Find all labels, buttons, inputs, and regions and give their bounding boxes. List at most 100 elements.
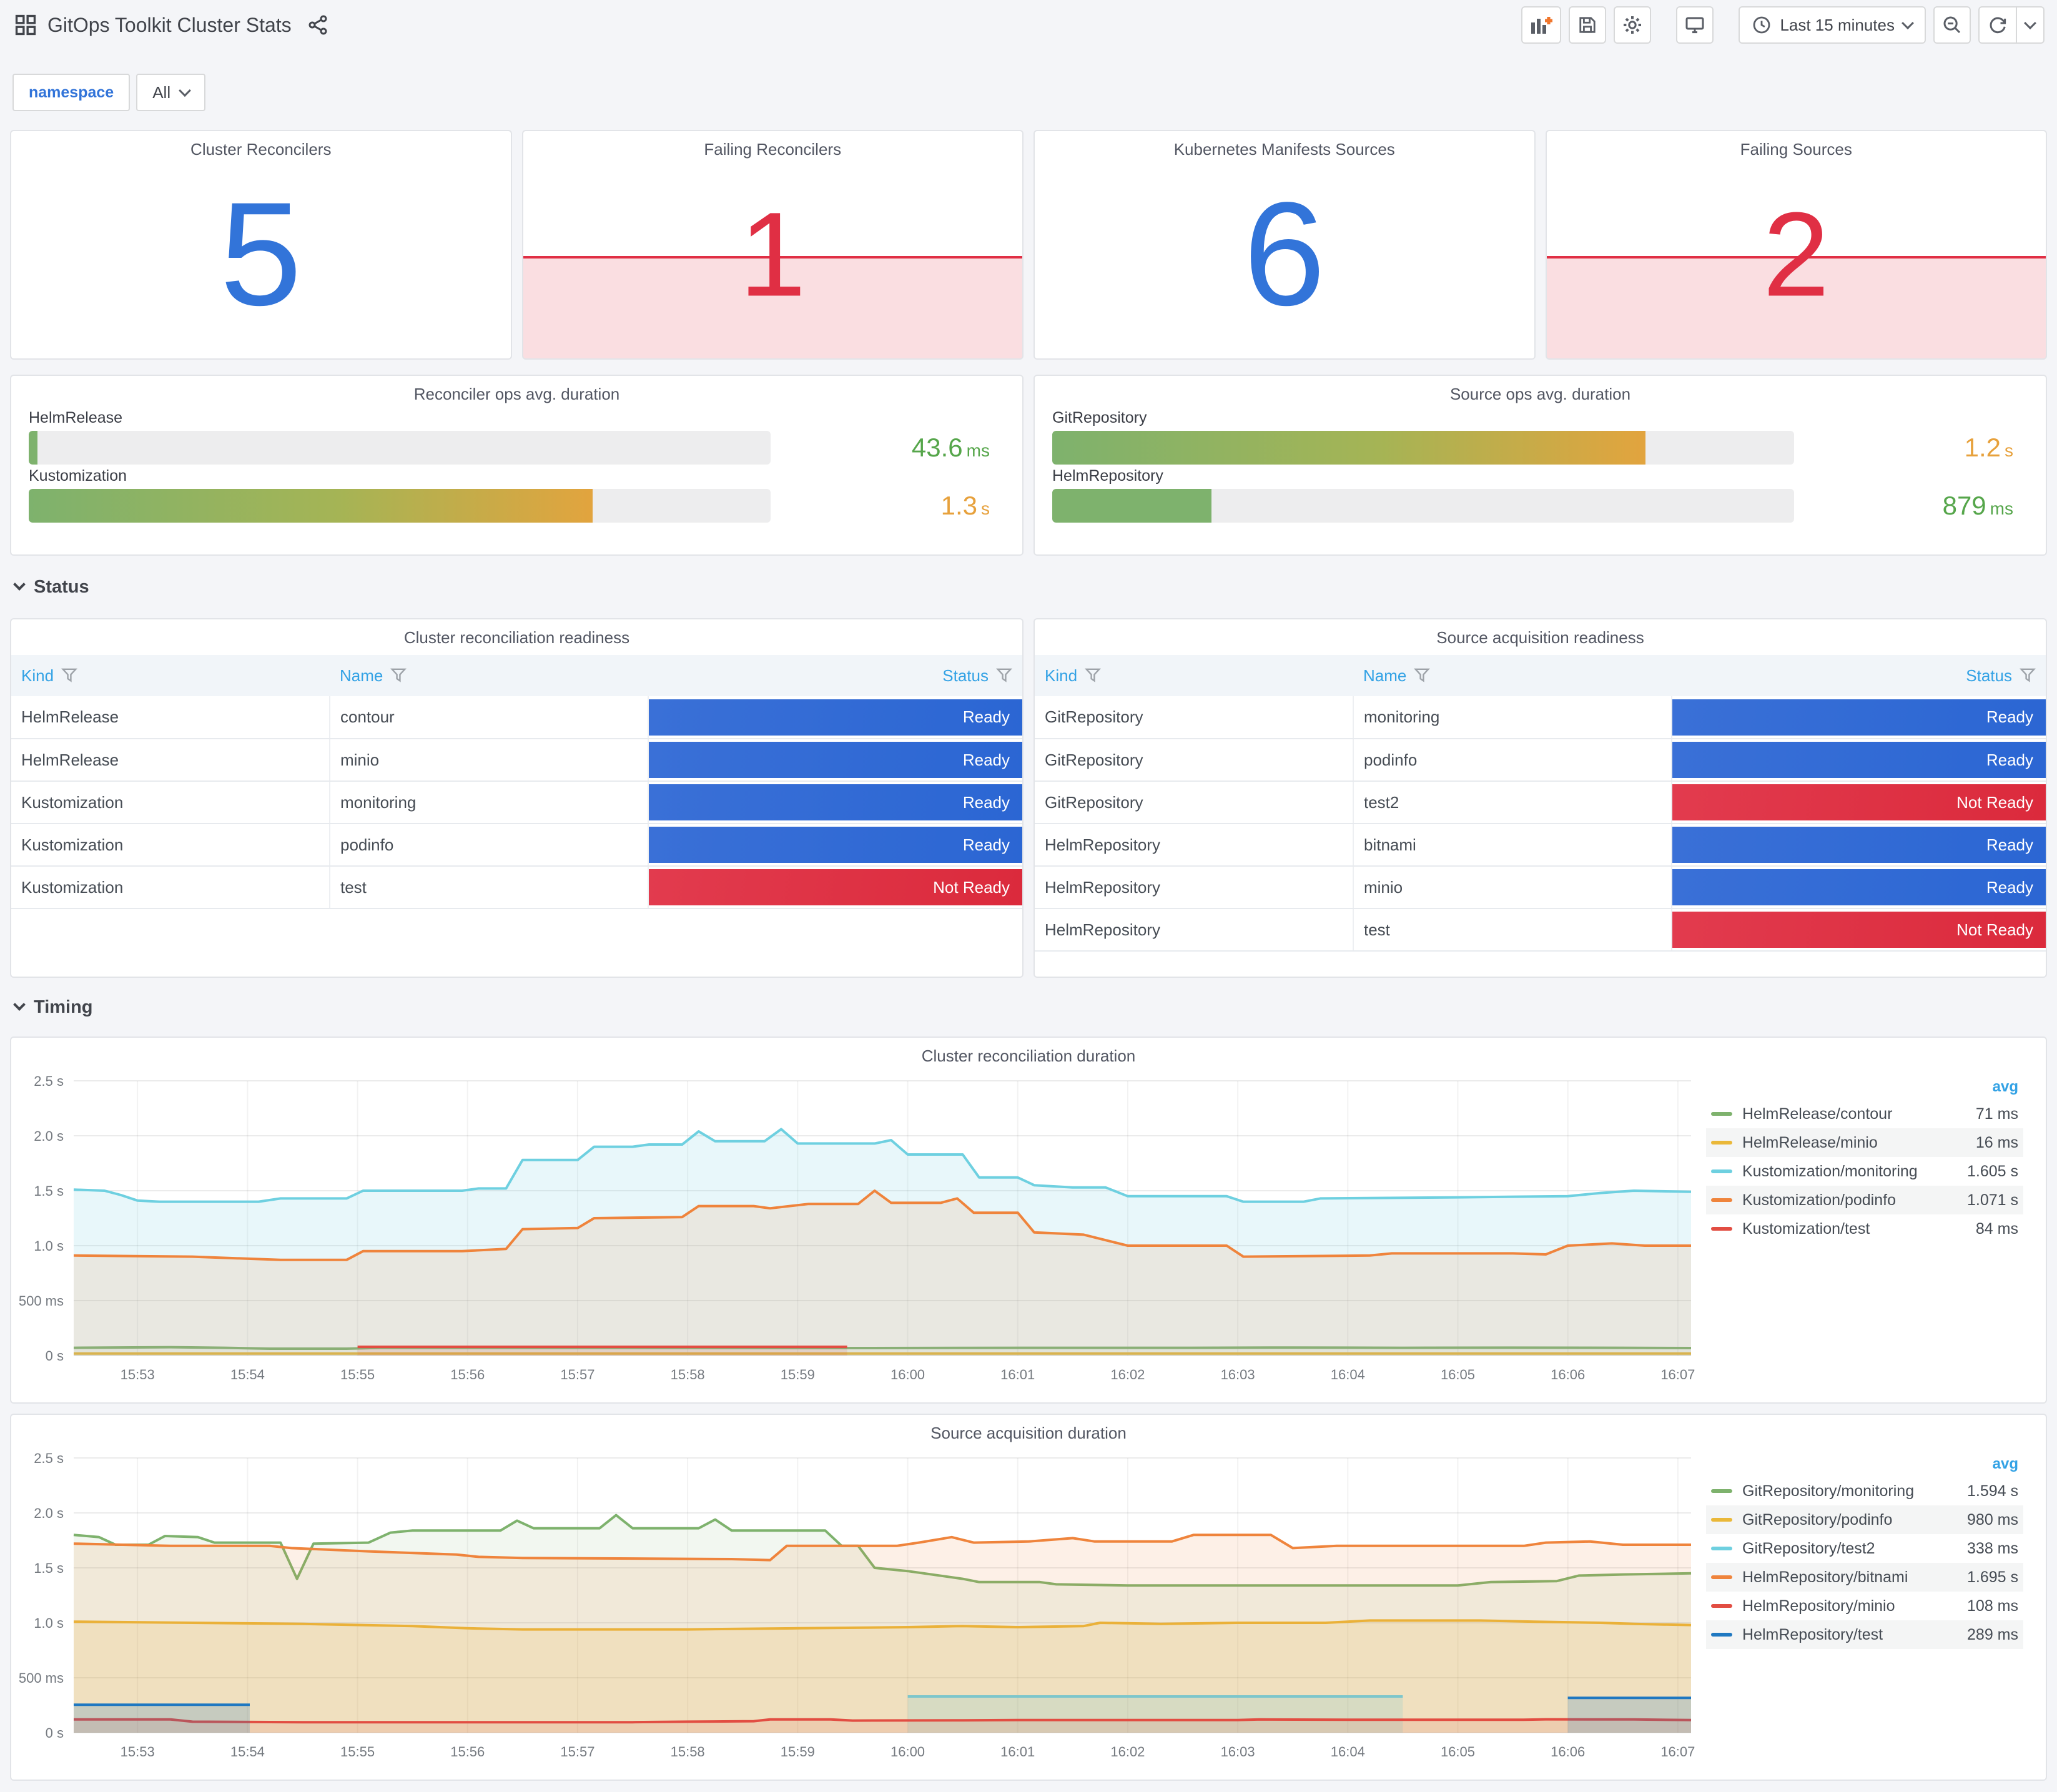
settings-gear-icon[interactable] <box>1614 6 1652 44</box>
legend-avg-header[interactable]: avg <box>1706 1453 2023 1477</box>
legend-item[interactable]: Kustomization/monitoring 1.605 s <box>1706 1157 2023 1186</box>
series-avg-value: 1.695 s <box>1966 1568 2018 1586</box>
panel-source-acquisition-duration: Source acquisition duration 15:53 15:54 15… <box>10 1414 2047 1781</box>
cell-name: podinfo <box>1353 739 1672 782</box>
column-label: Name <box>339 666 383 685</box>
x-axis-tick: 15:57 <box>560 1744 594 1760</box>
variable-namespace-selected: All <box>152 82 171 102</box>
legend-item[interactable]: Kustomization/podinfo 1.071 s <box>1706 1186 2023 1214</box>
gauge-rows: GitRepository 1.2 s HelmRepository 879 ms <box>1052 409 2028 523</box>
y-axis-tick: 500 ms <box>19 1293 64 1309</box>
x-axis-tick: 16:07 <box>1660 1367 1695 1382</box>
y-axis-tick: 2.5 s <box>34 1450 64 1466</box>
column-header-name[interactable]: Name <box>329 655 648 696</box>
y-axis-tick: 1.0 s <box>34 1615 64 1631</box>
legend-item[interactable]: HelmRepository/minio 108 ms <box>1706 1592 2023 1620</box>
time-range-label: Last 15 minutes <box>1780 15 1895 34</box>
series-name: HelmRepository/minio <box>1742 1597 1895 1615</box>
column-header-status[interactable]: Status <box>648 655 1022 696</box>
x-axis-tick: 15:56 <box>450 1367 485 1382</box>
legend-item[interactable]: HelmRepository/test 289 ms <box>1706 1620 2023 1649</box>
x-axis-tick: 16:02 <box>1110 1744 1145 1760</box>
x-axis-tick: 16:03 <box>1221 1367 1255 1382</box>
panel-failing-reconcilers: Failing Reconcilers 1 <box>521 130 1024 360</box>
status-badge: Ready <box>1672 869 2046 905</box>
add-panel-button[interactable] <box>1521 6 1562 44</box>
panel-title: Source acquisition readiness <box>1436 628 1644 647</box>
x-axis-tick: 16:06 <box>1551 1744 1585 1760</box>
column-header-name[interactable]: Name <box>1353 655 1672 696</box>
series-name: HelmRelease/minio <box>1742 1133 1878 1151</box>
series-avg-value: 84 ms <box>1975 1219 2018 1238</box>
filter-icon[interactable] <box>1414 667 1431 684</box>
series-avg-value: 1.071 s <box>1966 1191 2018 1209</box>
readiness-table: Kind Name Status HelmRelease contour Ready Hel… <box>11 655 1022 909</box>
timeseries-plot[interactable]: 15:53 15:54 15:55 15:56 15:57 15:58 15:59 16:00… <box>11 1068 1699 1391</box>
legend-item[interactable]: Kustomization/test 84 ms <box>1706 1214 2023 1243</box>
filter-icon[interactable] <box>996 667 1012 684</box>
cell-kind: HelmRelease <box>11 739 330 782</box>
y-axis-tick: 0 s <box>46 1725 64 1741</box>
tv-mode-icon[interactable] <box>1676 6 1714 44</box>
gauge-track <box>1052 431 1794 465</box>
gauge-value: 879 ms <box>1942 491 2013 520</box>
variable-namespace-label[interactable]: namespace <box>12 74 131 111</box>
y-axis-tick: 0 s <box>46 1348 64 1364</box>
panel-cluster-reconcilers: Cluster Reconcilers 5 <box>10 130 512 360</box>
filter-icon[interactable] <box>390 667 407 684</box>
x-axis-tick: 16:06 <box>1551 1367 1585 1382</box>
legend-item[interactable]: GitRepository/test2 338 ms <box>1706 1534 2023 1563</box>
dashboard-header: GitOps Toolkit Cluster Stats Last 15 min… <box>0 0 2057 50</box>
column-header-kind[interactable]: Kind <box>1035 655 1353 696</box>
table-row: GitRepository monitoring Ready <box>1035 696 2046 739</box>
save-dashboard-button[interactable] <box>1569 6 1607 44</box>
x-axis-tick: 15:53 <box>121 1367 155 1382</box>
legend-item[interactable]: HelmRepository/bitnami 1.695 s <box>1706 1563 2023 1592</box>
share-icon[interactable] <box>308 15 328 35</box>
filter-icon[interactable] <box>61 667 77 684</box>
filter-icon[interactable] <box>2020 667 2036 684</box>
panel-title: Source ops avg. duration <box>1449 385 1631 403</box>
gauge-track <box>1052 489 1794 523</box>
gauge-rows: HelmRelease 43.6 ms Kustomization 1.3 s <box>29 409 1005 523</box>
timeseries-plot[interactable]: 15:53 15:54 15:55 15:56 15:57 15:58 15:59 16:00… <box>11 1445 1699 1768</box>
series-avg-value: 980 ms <box>1967 1510 2018 1529</box>
section-status[interactable]: Status <box>0 556 2057 618</box>
variable-namespace-value[interactable]: All <box>136 74 206 111</box>
legend-item[interactable]: HelmRelease/minio 16 ms <box>1706 1128 2023 1157</box>
zoom-out-button[interactable] <box>1933 6 1971 44</box>
legend-item[interactable]: GitRepository/podinfo 980 ms <box>1706 1505 2023 1534</box>
chart-legend: avg GitRepository/monitoring 1.594 s GitRep… <box>1699 1445 2046 1768</box>
dashboards-grid-icon[interactable] <box>15 14 36 36</box>
section-timing[interactable]: Timing <box>0 978 2057 1036</box>
cell-name: podinfo <box>329 824 649 867</box>
refresh-button-group[interactable] <box>1978 6 2045 44</box>
cell-kind: Kustomization <box>11 866 330 909</box>
series-area <box>74 1705 250 1733</box>
column-header-status[interactable]: Status <box>1671 655 2046 696</box>
x-axis-tick: 16:04 <box>1331 1744 1365 1760</box>
table-row: Kustomization test Not Ready <box>11 866 1022 909</box>
time-range-picker[interactable]: Last 15 minutes <box>1739 6 1926 44</box>
y-axis-tick: 1.5 s <box>34 1560 64 1576</box>
status-badge: Ready <box>648 699 1022 736</box>
x-axis-tick: 15:55 <box>340 1367 375 1382</box>
y-axis-tick: 1.5 s <box>34 1183 64 1199</box>
legend-avg-header[interactable]: avg <box>1706 1076 2023 1100</box>
column-header-kind[interactable]: Kind <box>11 655 330 696</box>
legend-item[interactable]: GitRepository/monitoring 1.594 s <box>1706 1477 2023 1505</box>
refresh-icon[interactable] <box>1980 7 2016 42</box>
filter-icon[interactable] <box>1085 667 1101 684</box>
legend-item[interactable]: HelmRelease/contour 71 ms <box>1706 1100 2023 1128</box>
dashboard-variables: namespace All <box>0 50 2057 127</box>
table-row: HelmRepository bitnami Ready <box>1035 824 2046 867</box>
gauge-value: 1.3 s <box>940 491 990 520</box>
series-avg-value: 338 ms <box>1967 1539 2018 1557</box>
cell-kind: HelmRelease <box>11 696 330 739</box>
column-label: Kind <box>21 666 54 685</box>
cell-status: Ready <box>1671 866 2046 909</box>
page-title: GitOps Toolkit Cluster Stats <box>47 13 292 36</box>
gauge-value: 1.2 s <box>1964 433 2013 462</box>
cell-name: bitnami <box>1353 824 1672 867</box>
refresh-interval-dropdown[interactable] <box>2016 7 2043 42</box>
